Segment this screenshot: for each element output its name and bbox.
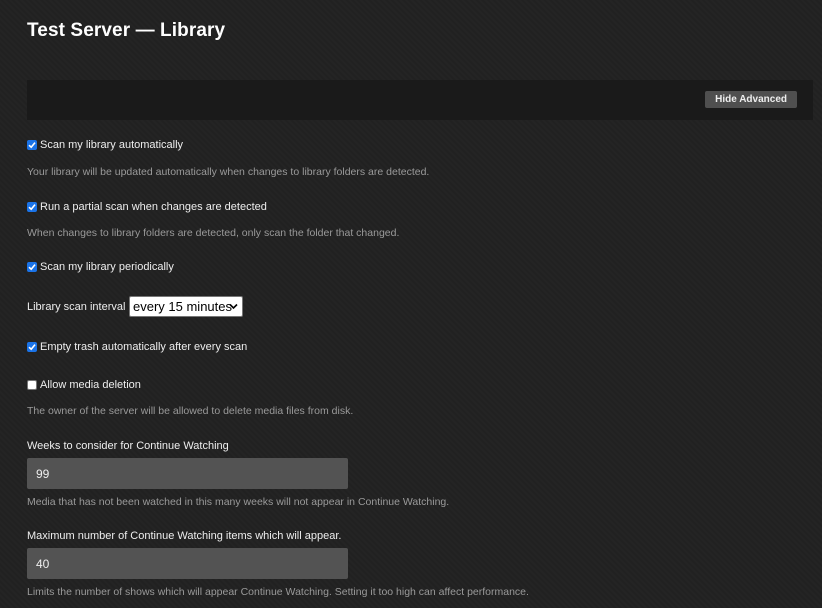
chevron-down-icon [229,303,238,310]
advanced-toolbar: Hide Advanced [27,80,813,120]
partial-scan-label: Run a partial scan when changes are dete… [40,201,267,213]
continue-weeks-help: Media that has not been watched in this … [27,496,450,508]
continue-max-label: Maximum number of Continue Watching item… [27,530,342,542]
hide-advanced-button[interactable]: Hide Advanced [705,91,797,108]
checkmark-icon [28,264,36,271]
scan-periodic-setting[interactable]: Scan my library periodically [27,261,174,273]
continue-weeks-input[interactable]: 99 [27,458,348,489]
media-deletion-setting[interactable]: Allow media deletion [27,379,141,391]
scan-auto-label: Scan my library automatically [40,139,184,151]
continue-max-value: 40 [36,556,50,571]
continue-weeks-value: 99 [36,466,50,481]
scan-interval-label: Library scan interval [27,301,126,313]
continue-max-input[interactable]: 40 [27,548,348,579]
media-deletion-checkbox[interactable] [27,380,37,390]
scan-periodic-label: Scan my library periodically [40,261,174,273]
checkmark-icon [28,142,36,149]
scan-periodic-checkbox[interactable] [27,262,37,272]
scan-auto-checkbox[interactable] [27,140,37,150]
empty-trash-checkbox[interactable] [27,342,37,352]
continue-weeks-label: Weeks to consider for Continue Watching [27,440,229,452]
media-deletion-help: The owner of the server will be allowed … [27,405,354,417]
page-title: Test Server — Library [27,20,226,41]
partial-scan-checkbox[interactable] [27,202,37,212]
checkmark-icon [28,344,36,351]
scan-interval-select[interactable]: every 15 minutes [129,296,243,317]
partial-scan-setting[interactable]: Run a partial scan when changes are dete… [27,201,267,213]
empty-trash-setting[interactable]: Empty trash automatically after every sc… [27,341,247,353]
scan-auto-help: Your library will be updated automatical… [27,166,430,178]
scan-interval-value: every 15 minutes [133,299,232,314]
media-deletion-label: Allow media deletion [40,379,141,391]
checkmark-icon [28,204,36,211]
empty-trash-label: Empty trash automatically after every sc… [40,341,248,353]
continue-max-help: Limits the number of shows which will ap… [27,586,529,598]
scan-auto-setting[interactable]: Scan my library automatically [27,139,183,151]
partial-scan-help: When changes to library folders are dete… [27,227,400,239]
